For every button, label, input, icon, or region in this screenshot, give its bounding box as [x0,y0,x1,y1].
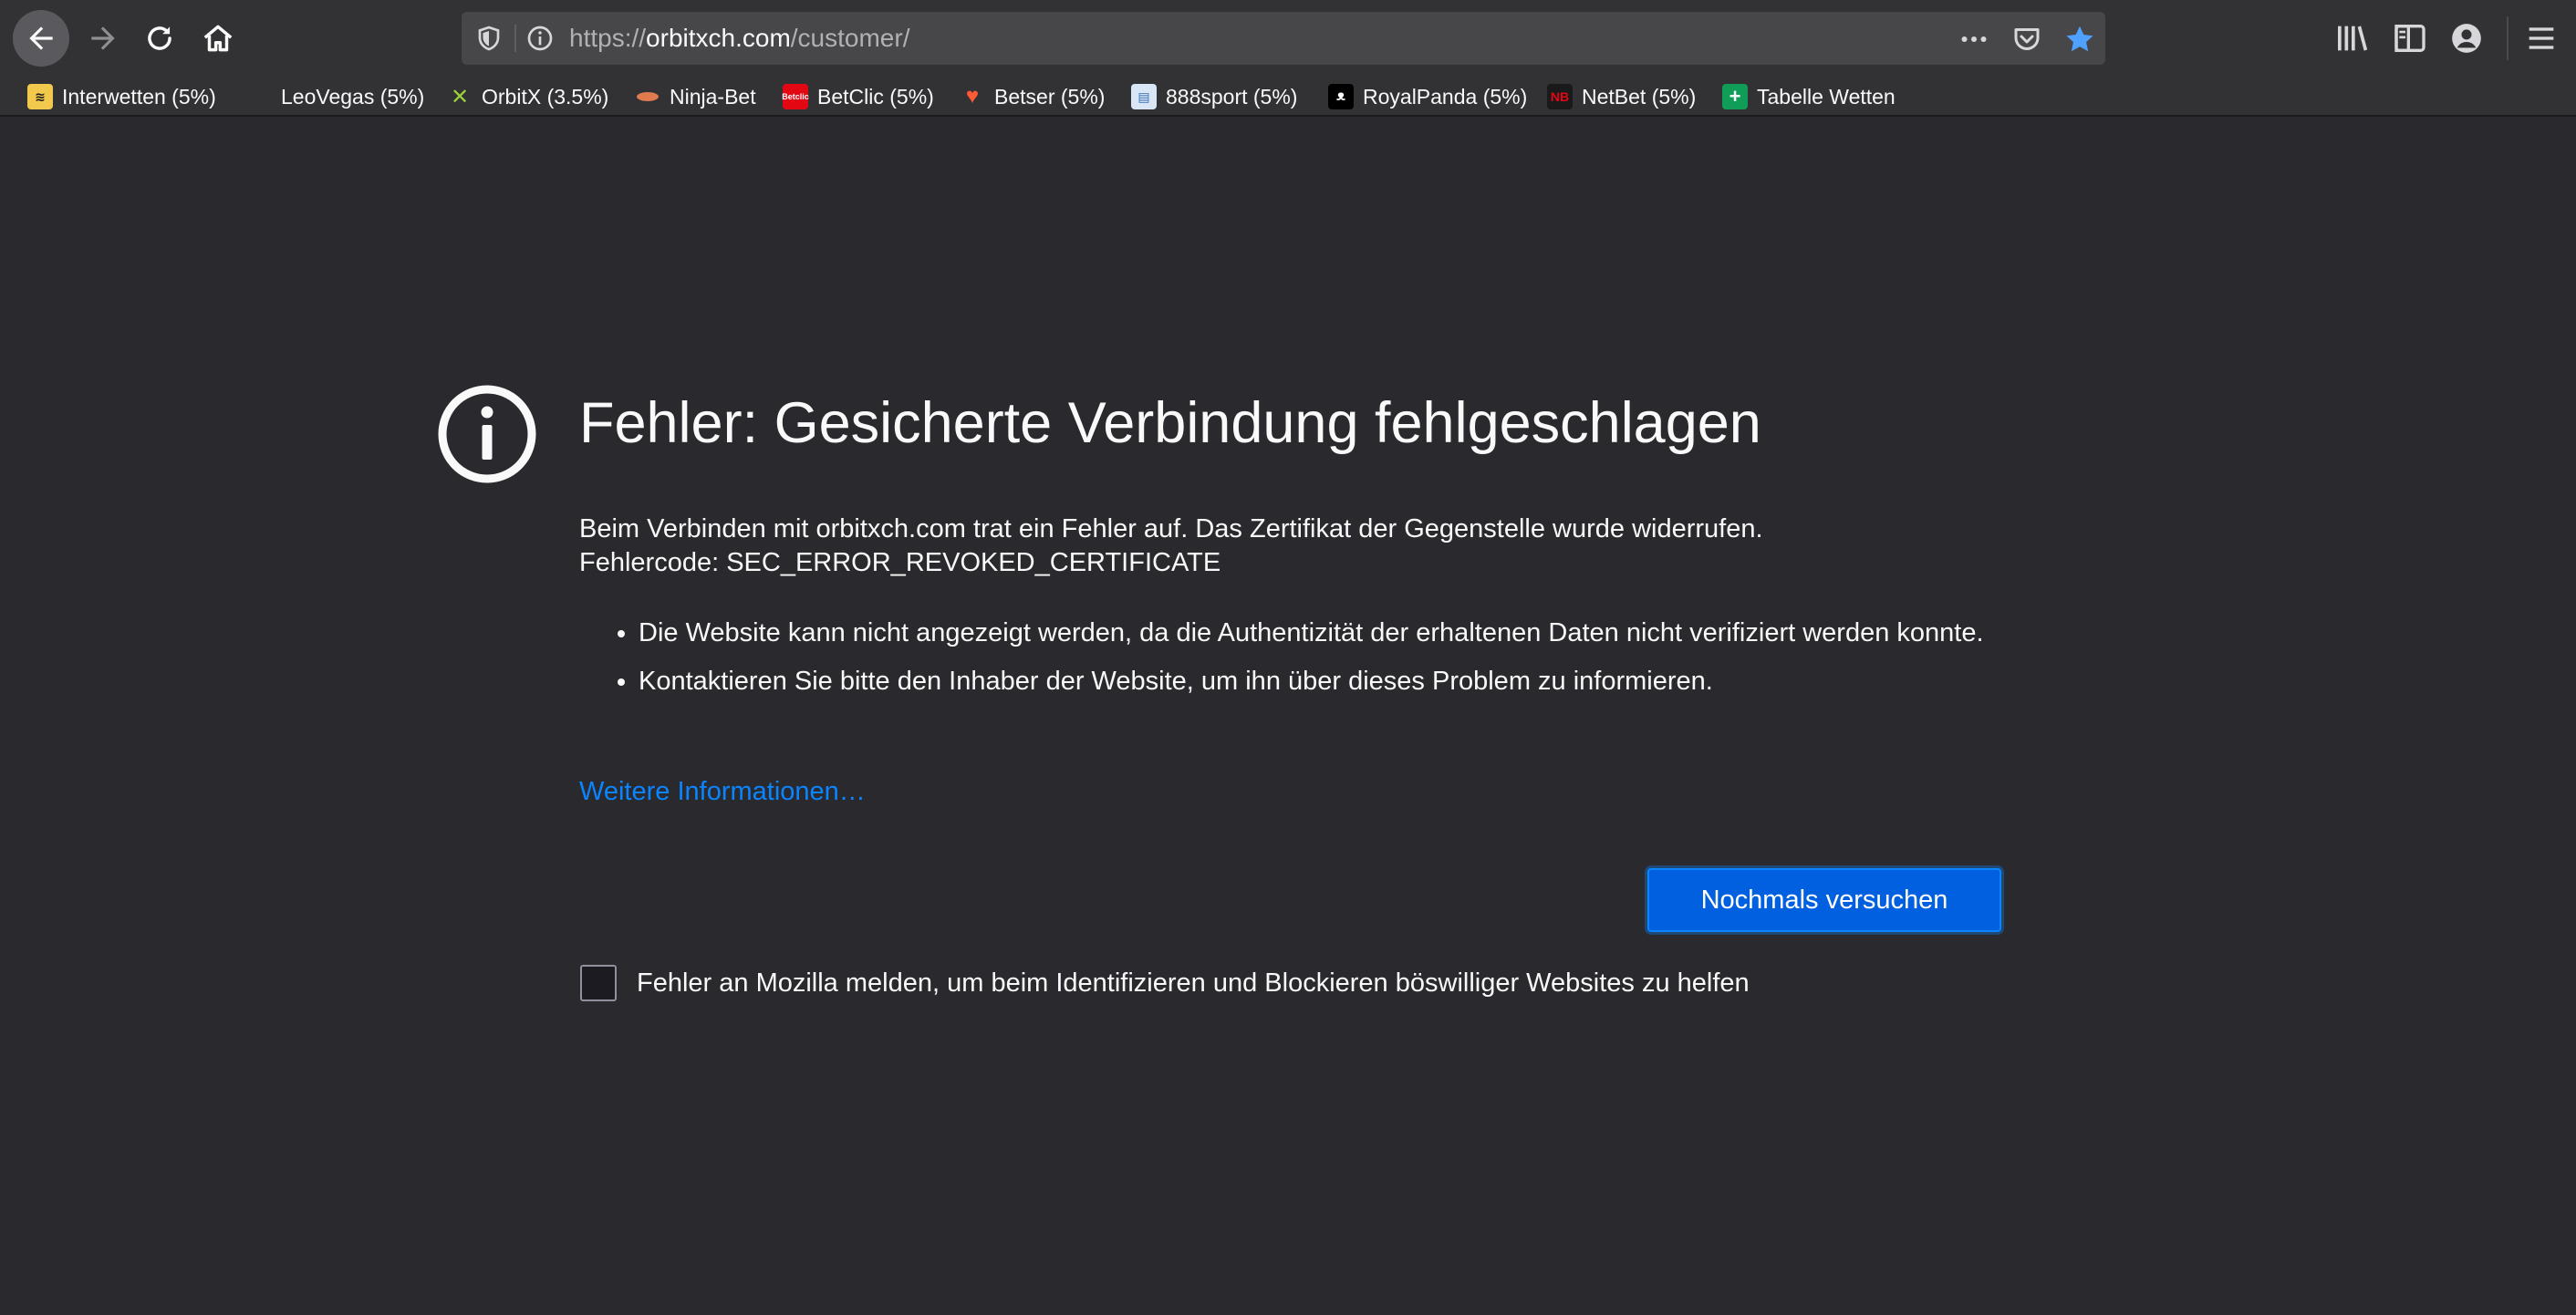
bookmark-orbitx[interactable]: ✕ OrbitX (3.5%) [447,80,608,113]
url-host: orbitxch.com [646,24,791,52]
report-checkbox-label[interactable]: Fehler an Mozilla melden, um beim Identi… [637,967,1750,1000]
bookmarks-toolbar: ≋ Interwetten (5%) LeoVegas (5%) ✕ Orbit… [0,77,2576,117]
bookmark-888sport[interactable]: ▤ 888sport (5%) [1131,80,1297,113]
reload-icon [148,26,171,50]
bookmark-star-icon[interactable] [2063,23,2096,56]
url-bar[interactable]: https://orbitxch.com/customer/ [462,12,2105,65]
arrow-right-icon [91,26,115,50]
error-page: Fehler: Gesicherte Verbindung fehlgeschl… [4,117,2576,1315]
pocket-icon[interactable] [2010,23,2043,56]
browser-toolbar: https://orbitxch.com/customer/ [0,0,2576,77]
account-icon[interactable] [2448,20,2485,57]
more-info-link[interactable]: Weitere Informationen… [579,775,866,809]
royalpanda-favicon: ᴥ [1328,84,1354,109]
leovegas-favicon [246,84,272,109]
bookmark-leovegas[interactable]: LeoVegas (5%) [246,80,424,113]
bookmark-label: Tabelle Wetten [1757,84,1896,109]
shield-icon[interactable] [474,24,504,53]
bookmark-label: OrbitX (3.5%) [482,84,609,109]
bookmark-betclic[interactable]: Betclic BetClic (5%) [782,80,934,113]
url-separator [514,25,516,52]
list-item: Die Website kann nicht angezeigt werden,… [639,616,2016,650]
error-message: Beim Verbinden mit orbitxch.com trat ein… [579,514,1763,544]
info-icon [438,385,536,483]
home-icon [203,25,233,52]
bookmark-label: 888sport (5%) [1166,84,1298,109]
bookmark-label: RoyalPanda (5%) [1363,84,1528,109]
url-scheme: https:// [569,24,647,52]
info-icon[interactable] [525,24,555,53]
back-button[interactable] [13,10,69,67]
toolbar-separator [2507,16,2508,60]
sidebar-icon[interactable] [2392,20,2428,57]
bookmark-betser[interactable]: ♥ Betser (5%) [960,80,1106,113]
betser-favicon: ♥ [965,84,980,109]
retry-button[interactable]: Nochmals versuchen [1647,868,2001,932]
forward-button[interactable] [75,10,131,67]
page-title: Fehler: Gesicherte Verbindung fehlgeschl… [579,391,1761,455]
url-text[interactable]: https://orbitxch.com/customer/ [569,24,909,53]
bookmark-netbet[interactable]: NB NetBet (5%) [1547,80,1696,113]
bookmark-label: Betser (5%) [994,84,1106,109]
bookmark-label: Interwetten (5%) [62,84,216,109]
bookmark-interwetten[interactable]: ≋ Interwetten (5%) [27,80,216,113]
arrow-left-icon [29,26,53,50]
hamburger-menu-icon[interactable] [2523,20,2560,57]
bookmark-label: NetBet (5%) [1582,84,1697,109]
interwetten-favicon: ≋ [27,84,53,109]
error-hints-list: Die Website kann nicht angezeigt werden,… [611,616,2016,713]
reload-button[interactable] [131,10,188,67]
netbet-favicon: NB [1547,84,1573,109]
bookmark-label: LeoVegas (5%) [281,84,425,109]
888sport-favicon: ▤ [1131,84,1157,109]
more-actions-icon[interactable] [1958,23,1990,56]
bookmark-tabelle-wetten[interactable]: + Tabelle Wetten [1722,80,1896,113]
bookmark-ninja-bet[interactable]: Ninja-Bet [635,80,756,113]
orbitx-favicon: ✕ [450,84,470,109]
error-code: Fehlercode: SEC_ERROR_REVOKED_CERTIFICAT… [579,548,1221,577]
library-icon[interactable] [2333,20,2370,57]
list-item: Kontaktieren Sie bitte den Inhaber der W… [639,665,2016,699]
error-description: Beim Verbinden mit orbitxch.com trat ein… [579,513,2002,580]
bookmark-royalpanda[interactable]: ᴥ RoyalPanda (5%) [1328,80,1527,113]
url-path: /customer/ [790,24,910,52]
home-button[interactable] [190,10,246,67]
betclic-favicon: Betclic [782,84,809,109]
ninjabet-favicon [635,84,660,109]
report-checkbox[interactable] [580,965,617,1001]
sheets-favicon: + [1722,84,1748,109]
bookmark-label: BetClic (5%) [817,84,934,109]
bookmark-label: Ninja-Bet [670,84,756,109]
